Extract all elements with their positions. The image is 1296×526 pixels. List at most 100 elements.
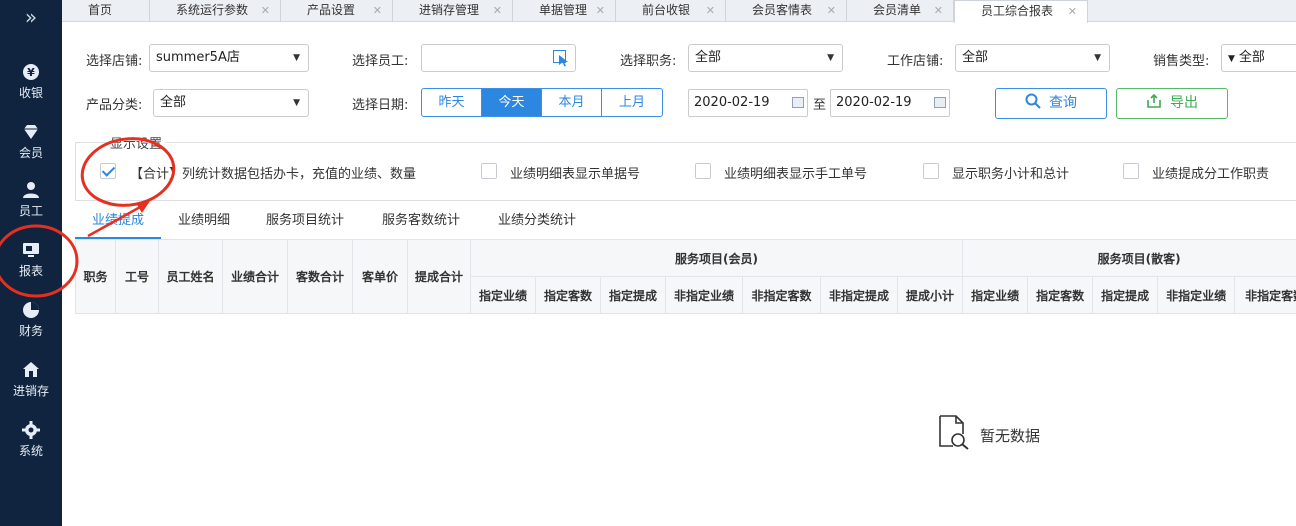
option-total-checkbox[interactable] <box>100 163 116 179</box>
tab-product-settings[interactable]: 产品设置 ✕ <box>281 0 393 22</box>
col-header[interactable]: 非指定业绩 <box>1157 276 1236 314</box>
close-icon[interactable]: ✕ <box>827 0 836 21</box>
employee-label: 选择员工: <box>352 54 409 69</box>
caret-down-icon: ▼ <box>827 53 834 63</box>
col-header[interactable]: 员工姓名 <box>158 239 223 314</box>
employee-input[interactable] <box>421 44 576 72</box>
col-header[interactable]: 指定业绩 <box>470 276 536 314</box>
main-content: 选择店铺: summer5A店 ▼ 选择员工: 选择职务: 全部 ▼ 工作店铺:… <box>62 22 1296 526</box>
subtab-service-items[interactable]: 服务项目统计 <box>266 207 344 239</box>
subtab-detail[interactable]: 业绩明细 <box>178 207 230 239</box>
subtab-service-customers[interactable]: 服务客数统计 <box>382 207 460 239</box>
tab-front-cashier[interactable]: 前台收银 ✕ <box>616 0 726 22</box>
tab-system-params[interactable]: 系统运行参数 ✕ <box>150 0 281 22</box>
close-icon[interactable]: ✕ <box>373 0 382 21</box>
col-header[interactable]: 非指定客数 <box>742 276 821 314</box>
sidebar-item-report[interactable]: 报表 <box>0 236 62 292</box>
tab-documents[interactable]: 单据管理 ✕ <box>513 0 616 22</box>
option-manual-number-checkbox[interactable] <box>695 163 711 179</box>
col-header[interactable]: 指定业绩 <box>962 276 1029 314</box>
calendar-icon[interactable] <box>792 97 804 108</box>
tab-label: 会员清单 <box>873 3 922 17</box>
caret-down-icon: ▼ <box>1094 53 1101 63</box>
this-month-button[interactable]: 本月 <box>542 89 602 116</box>
tab-label: 产品设置 <box>307 3 356 17</box>
date-from-input[interactable]: 2020-02-19 <box>688 89 808 117</box>
col-header[interactable]: 指定客数 <box>535 276 601 314</box>
col-header[interactable]: 客数合计 <box>287 239 353 314</box>
calendar-icon[interactable] <box>934 97 946 108</box>
tab-label: 进销存管理 <box>419 3 480 17</box>
position-select-value: 全部 <box>695 50 722 65</box>
pick-employee-icon[interactable] <box>553 50 570 67</box>
category-select[interactable]: 全部 ▼ <box>153 89 309 117</box>
work-store-label: 工作店铺: <box>887 54 944 69</box>
caret-down-icon: ▼ <box>293 53 300 63</box>
svg-text:¥: ¥ <box>27 66 35 79</box>
close-icon[interactable]: ✕ <box>261 0 270 21</box>
tab-label: 系统运行参数 <box>176 3 249 17</box>
col-header[interactable]: 客单价 <box>352 239 408 314</box>
query-button[interactable]: 查询 <box>995 88 1107 119</box>
diamond-icon <box>24 125 38 139</box>
sidebar-item-label: 收银 <box>18 86 43 100</box>
yesterday-button[interactable]: 昨天 <box>422 89 482 116</box>
sidebar-item-cashier[interactable]: ¥ 收银 <box>0 58 62 114</box>
gear-icon <box>22 421 40 439</box>
close-icon[interactable]: ✕ <box>1068 1 1077 22</box>
option-subtotal-checkbox[interactable] <box>923 163 939 179</box>
tab-inventory[interactable]: 进销存管理 ✕ <box>393 0 513 22</box>
col-header[interactable]: 非指定客数 <box>1234 276 1296 314</box>
col-header[interactable]: 指定客数 <box>1027 276 1094 314</box>
col-header[interactable]: 非指定提成 <box>820 276 898 314</box>
tab-label: 前台收银 <box>642 3 691 17</box>
sidebar-item-finance[interactable]: 财务 <box>0 296 62 352</box>
tab-label: 会员客情表 <box>752 3 813 17</box>
col-header[interactable]: 工号 <box>115 239 159 314</box>
tab-employee-report[interactable]: 员工综合报表 ✕ <box>954 0 1088 23</box>
today-button[interactable]: 今天 <box>482 89 542 116</box>
date-from-value: 2020-02-19 <box>694 95 770 110</box>
sidebar-item-label: 财务 <box>18 324 43 338</box>
tab-home[interactable]: 首页 <box>62 0 150 22</box>
option-doc-number-checkbox[interactable] <box>481 163 497 179</box>
sidebar-item-label: 报表 <box>18 264 43 278</box>
position-label: 选择职务: <box>620 54 677 69</box>
home-icon <box>23 362 39 377</box>
subtab-commission[interactable]: 业绩提成 <box>75 207 161 239</box>
col-header[interactable]: 提成合计 <box>407 239 471 314</box>
date-to-input[interactable]: 2020-02-19 <box>830 89 950 117</box>
col-header[interactable]: 指定提成 <box>600 276 666 314</box>
close-icon[interactable]: ✕ <box>706 0 715 21</box>
col-header[interactable]: 业绩合计 <box>222 239 288 314</box>
col-header[interactable]: 指定提成 <box>1092 276 1159 314</box>
sidebar-item-member[interactable]: 会员 <box>0 118 62 174</box>
work-store-select[interactable]: 全部 ▼ <box>955 44 1110 72</box>
pie-icon <box>23 302 39 318</box>
col-header[interactable]: 职务 <box>75 239 116 314</box>
close-icon[interactable]: ✕ <box>596 0 605 21</box>
option-split-duty-checkbox[interactable] <box>1123 163 1139 179</box>
export-button[interactable]: 导出 <box>1116 88 1228 119</box>
caret-down-icon: ▼ <box>293 98 300 108</box>
subtab-category[interactable]: 业绩分类统计 <box>498 207 576 239</box>
col-header[interactable]: 提成小计 <box>896 276 964 314</box>
sidebar-item-label: 员工 <box>18 204 43 218</box>
option-subtotal-label: 显示职务小计和总计 <box>952 167 1070 182</box>
last-month-button[interactable]: 上月 <box>602 89 662 116</box>
sidebar-toggle-icon[interactable]: » <box>0 0 62 36</box>
close-icon[interactable]: ✕ <box>493 0 502 21</box>
sales-type-select[interactable]: ▼ 全部 <box>1221 44 1296 72</box>
sidebar-item-employee[interactable]: 员工 <box>0 176 62 232</box>
tab-member-list[interactable]: 会员清单 ✕ <box>847 0 954 22</box>
col-header[interactable]: 非指定业绩 <box>665 276 743 314</box>
empty-state-text: 暂无数据 <box>980 427 1041 445</box>
tab-member-report[interactable]: 会员客情表 ✕ <box>726 0 847 22</box>
position-select[interactable]: 全部 ▼ <box>688 44 843 72</box>
date-range-buttons: 昨天 今天 本月 上月 <box>421 88 663 117</box>
tab-label: 员工综合报表 <box>981 4 1054 18</box>
store-select[interactable]: summer5A店 ▼ <box>149 44 309 72</box>
sidebar-item-system[interactable]: 系统 <box>0 416 62 472</box>
close-icon[interactable]: ✕ <box>934 0 943 21</box>
sidebar-item-inventory[interactable]: 进销存 <box>0 356 62 412</box>
